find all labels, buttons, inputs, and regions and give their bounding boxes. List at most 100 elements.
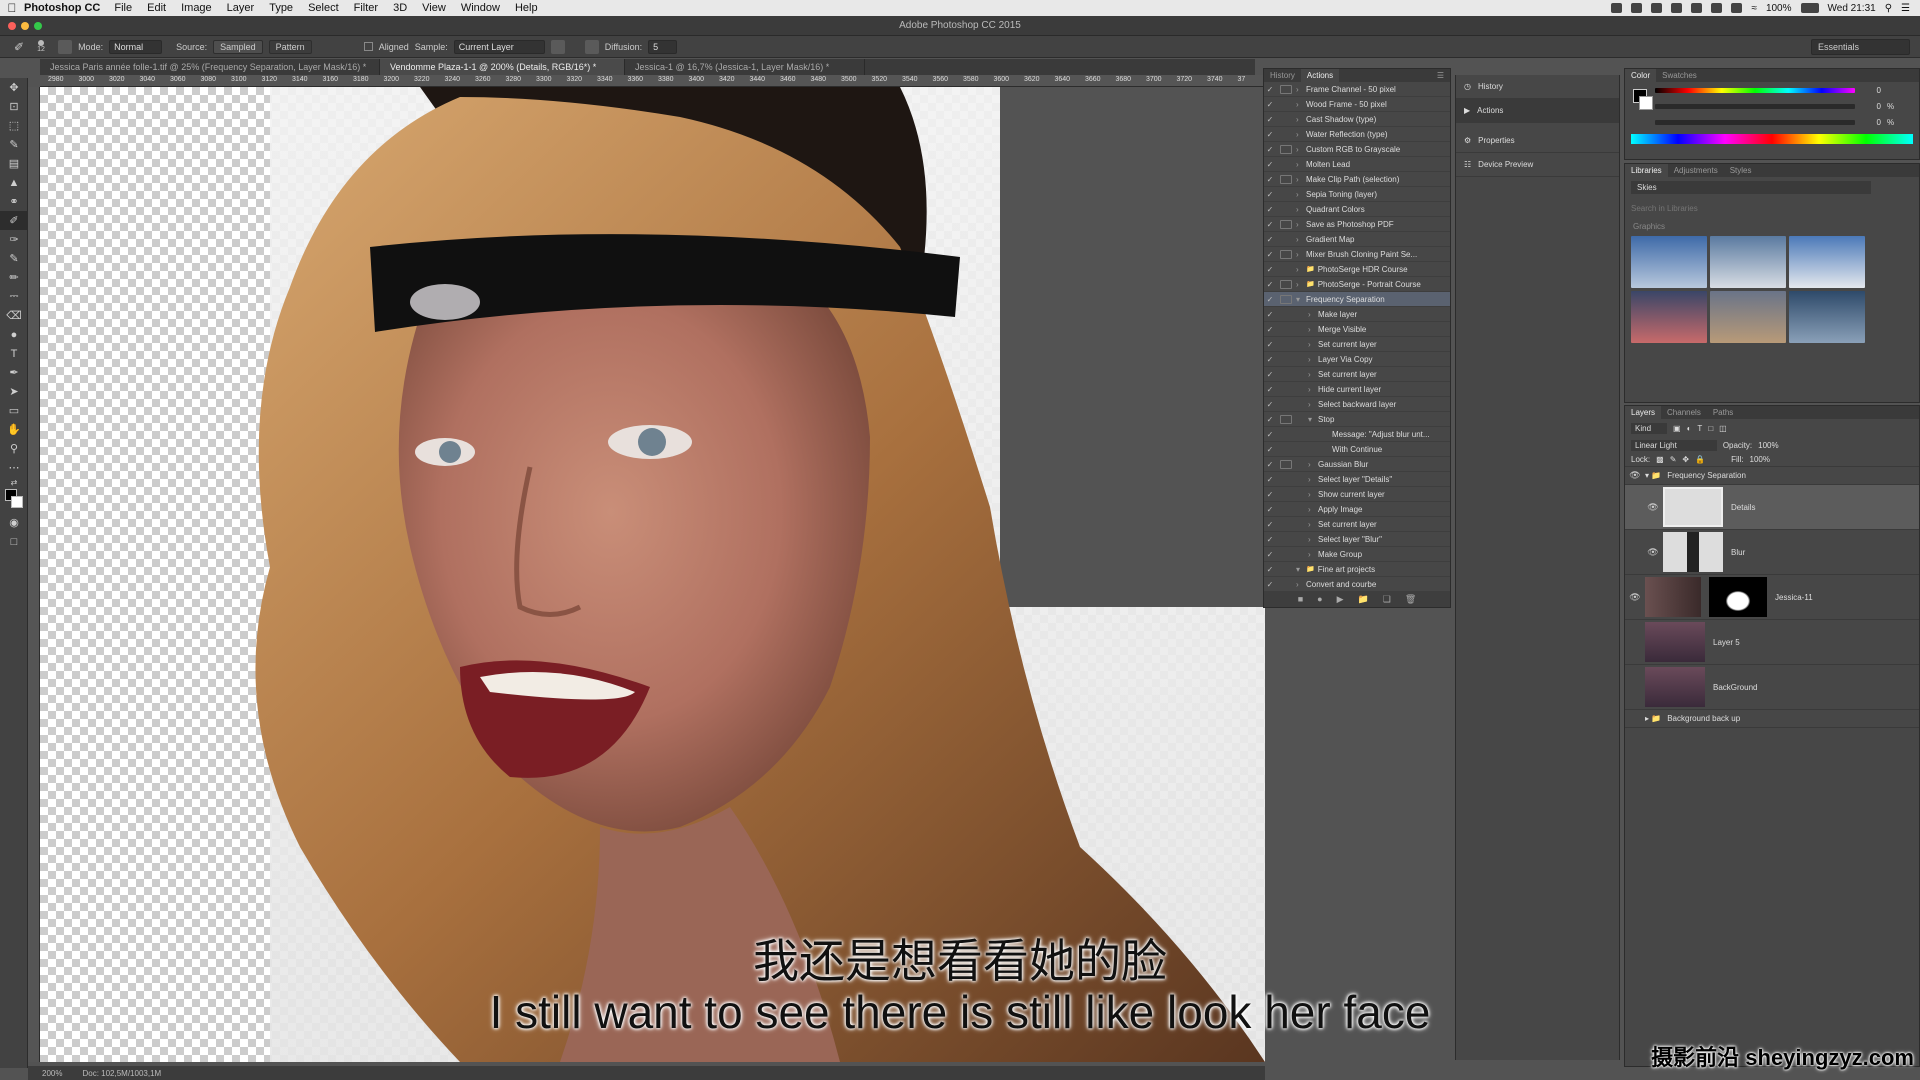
- blue-track[interactable]: [1655, 119, 1855, 125]
- filter-type-icon[interactable]: T: [1697, 424, 1702, 433]
- action-row[interactable]: ✓ › Molten Lead: [1264, 157, 1450, 172]
- action-row[interactable]: ✓ › Hide current layer: [1264, 382, 1450, 397]
- zoom-tool-icon[interactable]: ⚲: [0, 439, 28, 458]
- library-graphic[interactable]: [1631, 291, 1707, 343]
- action-row[interactable]: ✓ › Water Reflection (type): [1264, 127, 1450, 142]
- apple-icon[interactable]: : [0, 1, 24, 15]
- fill-input[interactable]: 100%: [1750, 455, 1770, 464]
- blend-mode-select[interactable]: Linear Light: [1631, 440, 1717, 451]
- toggle-check-icon[interactable]: ✓: [1264, 85, 1276, 94]
- status-icon[interactable]: [1611, 3, 1623, 13]
- eraser-tool-icon[interactable]: ⌫: [0, 306, 28, 325]
- disclosure-triangle-icon[interactable]: ›: [1308, 370, 1318, 379]
- action-row[interactable]: ✓ › 📁 PhotoSerge HDR Course: [1264, 262, 1450, 277]
- dialog-toggle-icon[interactable]: [1280, 249, 1292, 259]
- clock[interactable]: Wed 21:31: [1828, 3, 1876, 14]
- action-row[interactable]: ✓ › Custom RGB to Grayscale: [1264, 142, 1450, 157]
- disclosure-triangle-icon[interactable]: ›: [1296, 250, 1306, 259]
- diffusion-input[interactable]: 5: [648, 39, 678, 54]
- more-tools-icon[interactable]: ⋯: [0, 458, 28, 477]
- disclosure-triangle-icon[interactable]: ›: [1296, 205, 1306, 214]
- layer-row-blur[interactable]: 👁 Blur: [1625, 530, 1919, 575]
- brush-preset-picker[interactable]: 12: [30, 40, 52, 53]
- document-tab[interactable]: Jessica-1 @ 16,7% (Jessica-1, Layer Mask…: [625, 59, 865, 75]
- dialog-toggle-icon[interactable]: [1280, 219, 1292, 229]
- toggle-check-icon[interactable]: ✓: [1264, 430, 1276, 439]
- disclosure-triangle-icon[interactable]: ›: [1296, 580, 1306, 589]
- green-slider[interactable]: 0%: [1625, 98, 1919, 114]
- toggle-check-icon[interactable]: ✓: [1264, 415, 1276, 424]
- menu-3d[interactable]: 3D: [393, 2, 407, 14]
- aligned-checkbox[interactable]: [363, 42, 373, 51]
- zoom-level[interactable]: 200%: [42, 1069, 62, 1078]
- library-graphic[interactable]: [1789, 236, 1865, 288]
- toggle-check-icon[interactable]: ✓: [1264, 550, 1276, 559]
- layer-mask-thumbnail[interactable]: [1709, 577, 1767, 617]
- filter-pixel-icon[interactable]: ▣: [1673, 424, 1681, 433]
- action-row[interactable]: ✓ › Quadrant Colors: [1264, 202, 1450, 217]
- menu-image[interactable]: Image: [181, 2, 212, 14]
- tab-adjustments[interactable]: Adjustments: [1668, 164, 1724, 177]
- toggle-check-icon[interactable]: ✓: [1264, 490, 1276, 499]
- source-pattern-button[interactable]: Pattern: [268, 39, 312, 54]
- layer-row-background[interactable]: BackGround: [1625, 665, 1919, 710]
- status-icon[interactable]: [1691, 3, 1703, 13]
- trash-icon[interactable]: 🗑: [1405, 594, 1416, 605]
- sample-select[interactable]: Current Layer: [453, 39, 545, 54]
- wifi-icon[interactable]: ≈: [1751, 3, 1757, 14]
- toggle-check-icon[interactable]: ✓: [1264, 460, 1276, 469]
- gradient-tool-icon[interactable]: ▤: [0, 154, 28, 173]
- lock-paint-icon[interactable]: ✎: [1670, 455, 1677, 464]
- document-canvas[interactable]: [40, 87, 1265, 1062]
- marquee-tool-icon[interactable]: ⬚: [0, 116, 28, 135]
- action-row[interactable]: ✓ › Convert and courbe: [1264, 577, 1450, 592]
- background-color[interactable]: [11, 496, 23, 508]
- dialog-toggle-icon[interactable]: [1280, 279, 1292, 289]
- battery-percent[interactable]: 100%: [1766, 3, 1792, 14]
- pen-tool-icon[interactable]: ✒: [0, 363, 28, 382]
- toggle-check-icon[interactable]: ✓: [1264, 445, 1276, 454]
- library-search-input[interactable]: [1631, 201, 1911, 216]
- disclosure-triangle-icon[interactable]: ›: [1308, 340, 1318, 349]
- hand-tool-icon[interactable]: ✋: [0, 420, 28, 439]
- tab-styles[interactable]: Styles: [1724, 164, 1758, 177]
- library-graphic[interactable]: [1710, 291, 1786, 343]
- library-select[interactable]: Skies: [1631, 181, 1871, 194]
- disclosure-triangle-icon[interactable]: ›: [1296, 85, 1306, 94]
- move-tool-icon[interactable]: ✥: [0, 78, 28, 97]
- lasso-tool-icon[interactable]: ⚭: [0, 192, 28, 211]
- source-sampled-button[interactable]: Sampled: [213, 39, 263, 54]
- record-icon[interactable]: ●: [1317, 594, 1322, 604]
- type-tool-icon[interactable]: T: [0, 344, 28, 363]
- menu-file[interactable]: File: [114, 2, 132, 14]
- tab-channels[interactable]: Channels: [1661, 406, 1707, 419]
- toggle-check-icon[interactable]: ✓: [1264, 310, 1276, 319]
- swap-colors-icon[interactable]: ⇄: [0, 477, 28, 487]
- spotlight-icon[interactable]: ⚲: [1885, 3, 1892, 14]
- quick-selection-tool-icon[interactable]: ✎: [0, 135, 28, 154]
- dialog-toggle-icon[interactable]: [1280, 294, 1292, 304]
- brush-tool-icon[interactable]: ✏: [0, 268, 28, 287]
- disclosure-triangle-icon[interactable]: ›: [1296, 190, 1306, 199]
- rectangle-tool-icon[interactable]: ▭: [0, 401, 28, 420]
- minimize-window-icon[interactable]: [21, 22, 29, 30]
- stop-icon[interactable]: ■: [1298, 594, 1303, 604]
- path-selection-tool-icon[interactable]: ➤: [0, 382, 28, 401]
- tab-swatches[interactable]: Swatches: [1656, 69, 1703, 82]
- spectrum-ramp[interactable]: [1631, 134, 1913, 144]
- layer-row-jessica[interactable]: 👁 Jessica-11: [1625, 575, 1919, 620]
- action-row[interactable]: ✓ › Make Clip Path (selection): [1264, 172, 1450, 187]
- color-swatches[interactable]: [0, 487, 28, 513]
- toggle-check-icon[interactable]: ✓: [1264, 145, 1276, 154]
- toggle-check-icon[interactable]: ✓: [1264, 100, 1276, 109]
- status-icon[interactable]: [1631, 3, 1643, 13]
- opacity-input[interactable]: 100%: [1758, 441, 1778, 450]
- mode-select[interactable]: Normal: [109, 39, 163, 54]
- disclosure-triangle-icon[interactable]: ›: [1308, 460, 1318, 469]
- action-row[interactable]: ✓ › Wood Frame - 50 pixel: [1264, 97, 1450, 112]
- toggle-check-icon[interactable]: ✓: [1264, 325, 1276, 334]
- disclosure-triangle-icon[interactable]: ›: [1296, 115, 1306, 124]
- layer-group-row[interactable]: ▸ 📁 Background back up: [1625, 710, 1919, 728]
- toggle-check-icon[interactable]: ✓: [1264, 475, 1276, 484]
- dialog-toggle-icon[interactable]: [1280, 414, 1292, 424]
